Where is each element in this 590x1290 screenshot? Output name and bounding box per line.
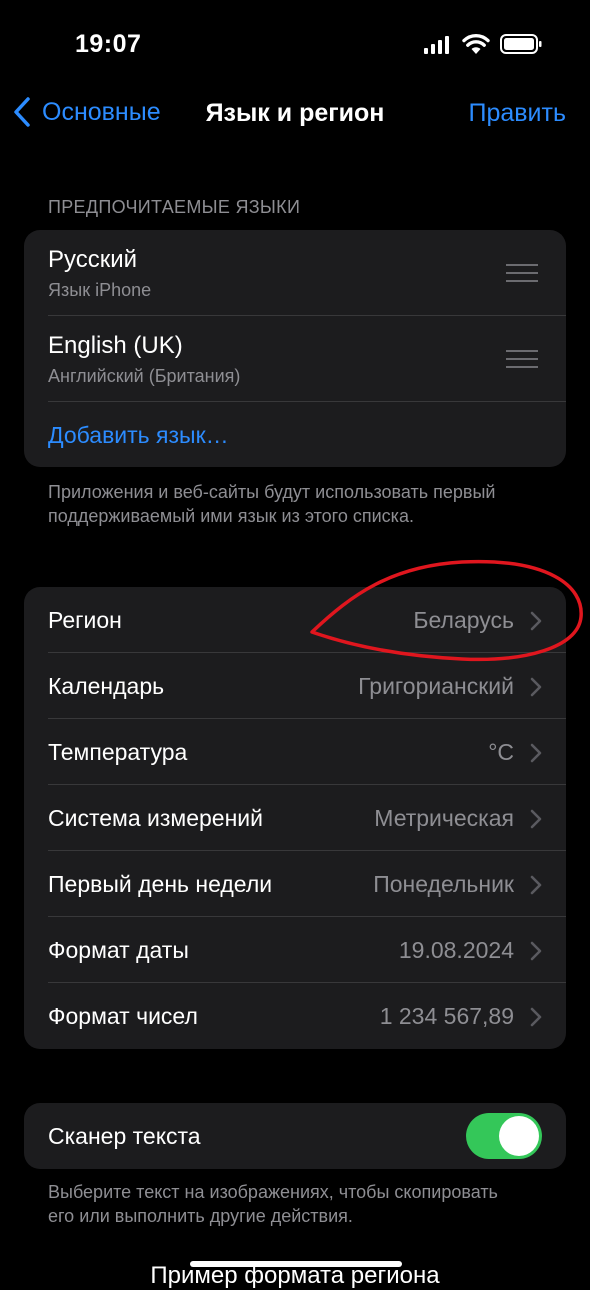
chevron-right-icon <box>530 743 542 763</box>
cellular-signal-icon <box>424 36 449 54</box>
add-language-button[interactable]: Добавить язык… <box>48 422 229 449</box>
text-scanner-footer-note: Выберите текст на изображениях, чтобы ск… <box>48 1182 498 1226</box>
measurement-system-row[interactable]: Система измерений Метрическая <box>24 785 566 851</box>
status-bar: 19:07 <box>0 0 590 90</box>
languages-footer-note: Приложения и веб-сайты будут использоват… <box>48 482 496 526</box>
divider <box>48 401 566 402</box>
region-row[interactable]: Регион Беларусь <box>24 587 566 653</box>
chevron-right-icon <box>530 677 542 697</box>
row-value: °C <box>488 739 514 765</box>
home-indicator[interactable] <box>190 1261 402 1267</box>
language-name: Русский <box>48 246 138 273</box>
text-scanner-label: Сканер текста <box>48 1123 201 1149</box>
chevron-right-icon <box>530 941 542 961</box>
language-name: English (UK) <box>48 332 183 359</box>
text-scanner-toggle[interactable] <box>466 1113 542 1159</box>
first-weekday-row[interactable]: Первый день недели Понедельник <box>24 851 566 917</box>
row-label: Первый день недели <box>48 871 273 897</box>
row-value: Метрическая <box>374 805 514 831</box>
languages-list: Русский Язык iPhone English (UK) Английс… <box>24 230 566 467</box>
row-label: Температура <box>48 739 188 765</box>
row-value: Понедельник <box>373 871 514 897</box>
reorder-handle-icon[interactable] <box>506 264 538 282</box>
row-label: Формат даты <box>48 937 189 963</box>
chevron-left-icon <box>14 97 30 127</box>
row-label: Регион <box>48 607 122 633</box>
wifi-icon <box>462 33 490 54</box>
navigation-bar: Основные Язык и регион Править <box>0 86 590 142</box>
languages-section-header: ПРЕДПОЧИТАЕМЫЕ ЯЗЫКИ <box>48 197 301 217</box>
language-row-russian[interactable]: Русский Язык iPhone <box>24 230 566 316</box>
back-button-label: Основные <box>42 97 161 126</box>
row-value: Григорианский <box>358 673 514 699</box>
language-subtitle: Язык iPhone <box>48 280 152 300</box>
chevron-right-icon <box>530 1007 542 1027</box>
calendar-row[interactable]: Календарь Григорианский <box>24 653 566 719</box>
number-format-row[interactable]: Формат чисел 1 234 567,89 <box>24 983 566 1049</box>
chevron-right-icon <box>530 809 542 829</box>
row-value: 19.08.2024 <box>398 937 514 963</box>
temperature-row[interactable]: Температура °C <box>24 719 566 785</box>
row-value: Беларусь <box>413 607 514 633</box>
reorder-handle-icon[interactable] <box>506 350 538 368</box>
language-row-english[interactable]: English (UK) Английский (Британия) <box>24 316 566 402</box>
row-label: Формат чисел <box>48 1003 198 1029</box>
region-settings-list: Регион Беларусь Календарь Григорианский … <box>24 587 566 1049</box>
row-label: Система измерений <box>48 805 263 831</box>
toggle-knob <box>499 1116 539 1156</box>
language-subtitle: Английский (Британия) <box>48 366 241 386</box>
back-button[interactable]: Основные <box>12 96 161 128</box>
status-time: 19:07 <box>75 30 142 58</box>
row-value: 1 234 567,89 <box>379 1003 514 1029</box>
date-format-row[interactable]: Формат даты 19.08.2024 <box>24 917 566 983</box>
chevron-right-icon <box>530 611 542 631</box>
chevron-right-icon <box>530 875 542 895</box>
battery-icon <box>500 34 542 54</box>
text-scanner-group: Сканер текста <box>24 1103 566 1169</box>
edit-button[interactable]: Править <box>469 99 567 128</box>
row-label: Календарь <box>48 673 165 699</box>
